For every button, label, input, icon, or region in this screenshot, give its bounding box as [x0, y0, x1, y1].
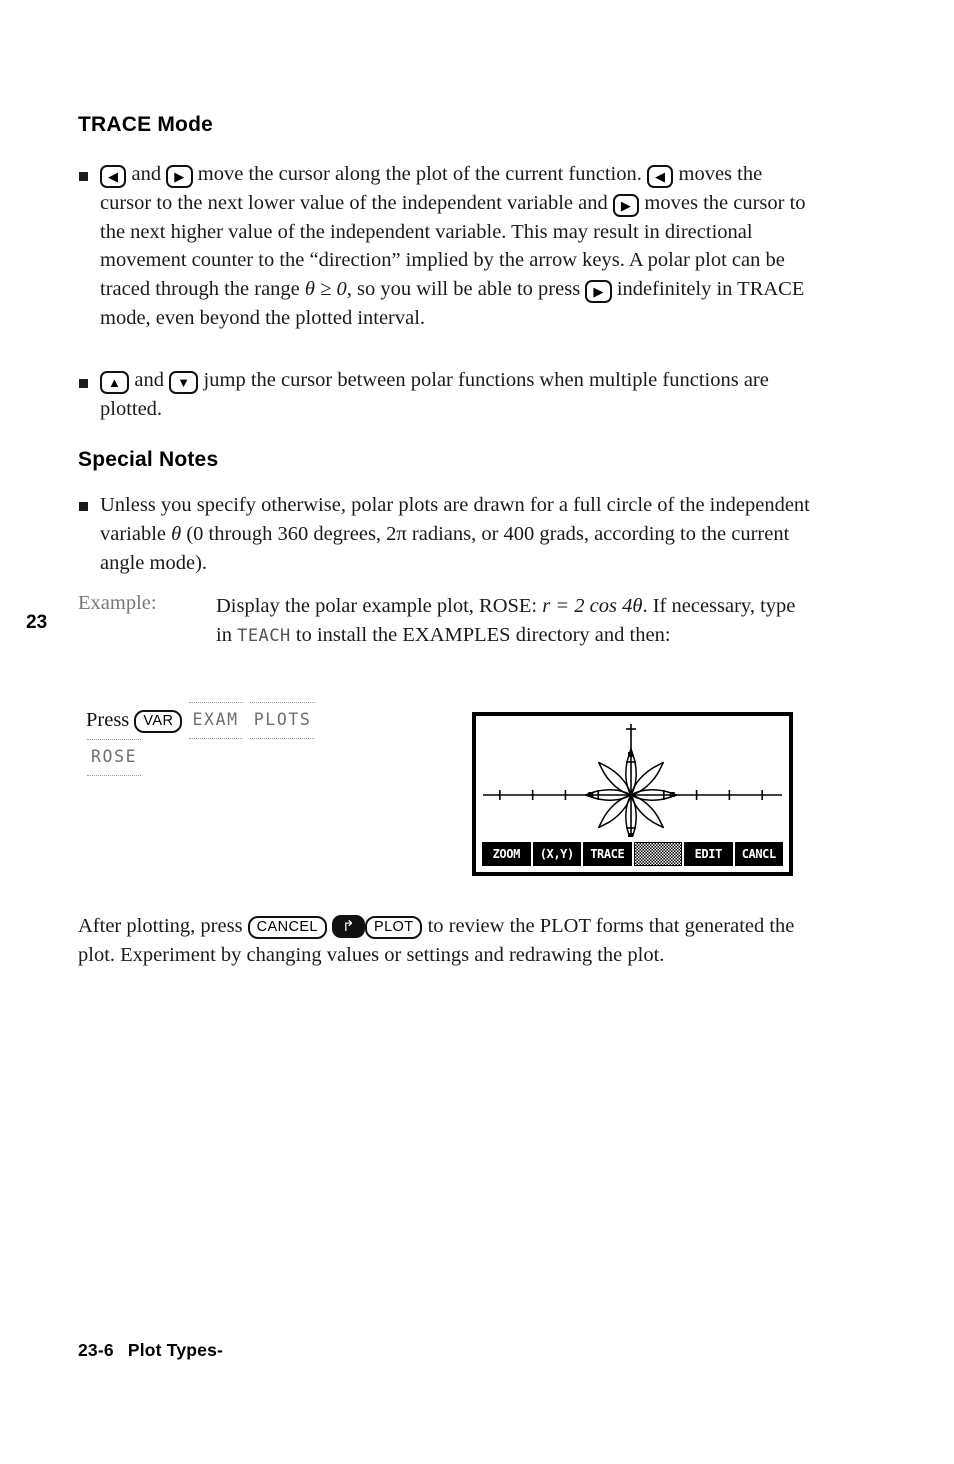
theta-range-expression: θ ≥ 0: [304, 278, 347, 301]
section-title-special-notes: Special Notes: [78, 448, 219, 471]
menu-key-xy[interactable]: (X,Y): [532, 842, 581, 866]
calculator-screen-inner: ZOOM (X,Y) TRACE EDIT CANCL: [479, 719, 786, 869]
after-text-a: After plotting, press: [78, 915, 248, 937]
bullet-marker: [79, 172, 88, 181]
bullet-marker: [79, 502, 88, 511]
right-arrow-key-icon-3[interactable]: ▶: [585, 280, 612, 304]
special-notes-bullet-1: Unless you specify otherwise, polar plot…: [100, 491, 818, 577]
menu-key-blank[interactable]: [633, 842, 682, 866]
press-label: Press: [86, 709, 135, 731]
menu-key-trace[interactable]: TRACE: [583, 842, 632, 866]
softkey-exam[interactable]: EXAM: [188, 702, 243, 739]
bullet1-text-2: move the cursor along the plot of the cu…: [192, 163, 647, 185]
rose-equation: r = 2 cos 4θ: [542, 595, 643, 617]
right-arrow-key-icon[interactable]: ▶: [166, 165, 193, 188]
bullet2-text-2: jump the cursor between polar functions …: [100, 369, 769, 420]
bullet1-text-5: , so you will be able to press: [346, 278, 586, 301]
left-arrow-key-icon-2[interactable]: ◀: [646, 165, 674, 188]
bullet-marker: [79, 379, 88, 388]
press-instruction: Press VAR EXAM PLOTS ROSE: [86, 702, 456, 776]
menu-key-edit[interactable]: EDIT: [684, 842, 733, 866]
calculator-softkey-menu: ZOOM (X,Y) TRACE EDIT CANCL: [482, 842, 783, 866]
down-arrow-key-icon[interactable]: ▼: [169, 371, 199, 394]
example-label: Example:: [78, 592, 157, 614]
after-plotting-paragraph: After plotting, press CANCEL ↱ PLOT to re…: [78, 912, 814, 970]
chapter-tab-number: 23: [26, 612, 48, 633]
bullet1-text-1: and: [126, 163, 167, 185]
menu-key-cancl[interactable]: CANCL: [734, 842, 783, 866]
softkey-rose[interactable]: ROSE: [87, 739, 142, 776]
trace-bullet-1: ◀ and ▶ move the cursor along the plot o…: [100, 160, 812, 333]
theta-symbol: θ: [171, 522, 182, 545]
bullet3-text-2: (0 through 360 degrees, 2π radians, or 4…: [100, 522, 790, 574]
calculator-screen: ZOOM (X,Y) TRACE EDIT CANCL: [472, 712, 793, 876]
rose-plot-svg: [482, 724, 783, 837]
menu-key-zoom[interactable]: ZOOM: [482, 842, 531, 866]
plot-key-button[interactable]: PLOT: [365, 916, 423, 939]
manual-page: TRACE Mode ◀ and ▶ move the cursor along…: [0, 0, 954, 1464]
trace-bullet-2: ▲ and ▼ jump the cursor between polar fu…: [100, 366, 812, 424]
example-text-a: Display the polar example plot, ROSE:: [216, 595, 543, 617]
bullet2-text-1: and: [129, 369, 170, 391]
cancel-key-button[interactable]: CANCEL: [247, 916, 327, 939]
right-shift-key-icon[interactable]: ↱: [332, 915, 365, 938]
example-text-c: to install the EXAMPLES directory and th…: [290, 624, 671, 646]
example-body: Display the polar example plot, ROSE: r …: [216, 592, 816, 651]
page-footer: 23-6 Plot Types-: [78, 1340, 223, 1361]
left-arrow-key-icon[interactable]: ◀: [100, 165, 127, 188]
right-arrow-key-icon-2[interactable]: ▶: [612, 193, 640, 217]
footer-title: Plot Types-: [127, 1340, 224, 1360]
up-arrow-key-icon[interactable]: ▲: [100, 371, 130, 394]
teach-command: TEACH: [237, 626, 291, 646]
polar-plot-area: [479, 719, 786, 837]
page-title-trace-mode: TRACE Mode: [78, 113, 213, 136]
softkey-plots[interactable]: PLOTS: [249, 702, 316, 739]
footer-page-number: 23-6: [78, 1340, 114, 1360]
var-key-button[interactable]: VAR: [134, 710, 183, 733]
